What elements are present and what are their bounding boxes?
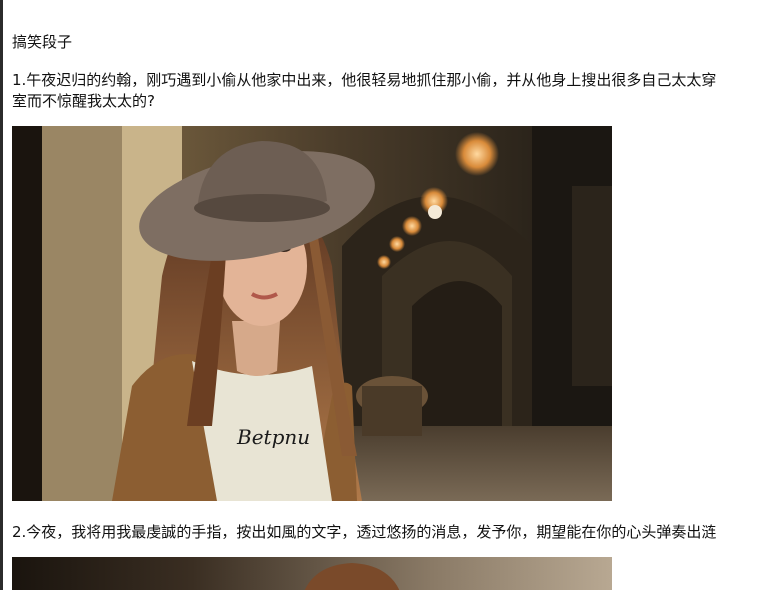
shirt-print-text: Betpnu bbox=[236, 425, 310, 449]
photo-of-woman-in-hat-icon: Betpnu bbox=[12, 126, 612, 501]
photo-of-woman-icon bbox=[12, 557, 612, 590]
joke-1-text: 1.午夜迟归的约翰，刚巧遇到小偷从他家中出来，他很轻易地抓住那小偷，并从他身上搜… bbox=[12, 70, 716, 112]
joke-1-line-2: 室而不惊醒我太太的? bbox=[12, 92, 155, 110]
joke-1-line-1: 1.午夜迟归的约翰，刚巧遇到小偷从他家中出来，他很轻易地抓住那小偷，并从他身上搜… bbox=[12, 71, 717, 89]
page-title: 搞笑段子 bbox=[12, 33, 73, 51]
joke-2-photo bbox=[12, 557, 612, 590]
joke-1-photo: Betpnu bbox=[12, 126, 612, 501]
joke-2-text: 2.今夜，我将用我最虔誠的手指，按出如風的文字，透过悠扬的消息，发予你，期望能在… bbox=[12, 522, 716, 543]
joke-2-line-1: 2.今夜，我将用我最虔誠的手指，按出如風的文字，透过悠扬的消息，发予你，期望能在… bbox=[12, 523, 717, 541]
window-left-edge bbox=[0, 0, 3, 590]
